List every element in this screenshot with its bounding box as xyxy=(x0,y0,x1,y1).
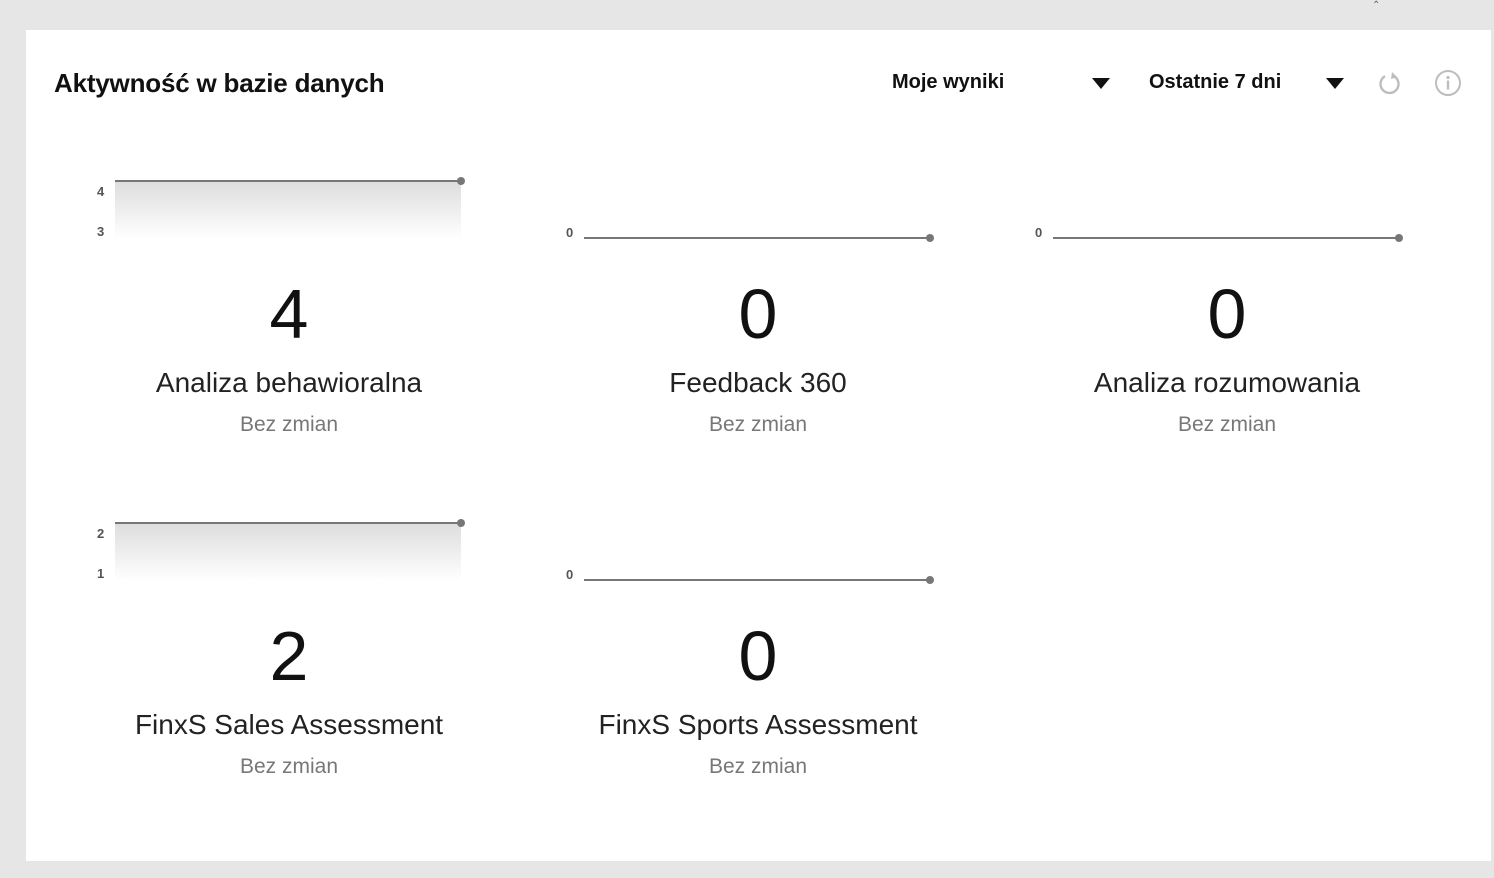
sparkline-tick-label: 0 xyxy=(566,567,573,582)
metric-change: Bez zmian xyxy=(239,413,339,436)
sparkline-tick-label: 3 xyxy=(97,224,104,239)
sparkline-tick-label: 4 xyxy=(97,184,105,199)
sparkline-chart: 0 xyxy=(566,567,934,584)
metric-name: Feedback 360 xyxy=(669,367,847,398)
results-dropdown[interactable]: Moje wyniki xyxy=(892,69,1110,99)
info-icon xyxy=(1435,70,1461,96)
sparkline-tick-label: 2 xyxy=(97,526,104,541)
sparkline-point xyxy=(926,234,934,242)
metric-change: Bez zmian xyxy=(239,755,339,778)
metric-change: Bez zmian xyxy=(1177,413,1277,436)
sparkline-chart: 43 xyxy=(97,177,465,239)
metric-value: 0 xyxy=(738,275,778,353)
widget-title: Aktywność w bazie danych xyxy=(54,68,385,98)
info-button[interactable] xyxy=(1433,68,1463,98)
sparkline-chart: 0 xyxy=(566,225,934,242)
sparkline-chart: 21 xyxy=(97,519,465,581)
results-dropdown-label: Moje wyniki xyxy=(892,71,1005,93)
metric-tile[interactable]: 2 1 2 FinxS Sales Assessment Bez zmian xyxy=(79,514,499,834)
sparkline-area xyxy=(115,523,461,581)
metric-value: 4 xyxy=(269,275,309,353)
metric-value: 0 xyxy=(1207,275,1247,353)
database-activity-widget: Aktywność w bazie danych Moje wyniki Ost… xyxy=(26,30,1491,861)
metric-change: Bez zmian xyxy=(708,755,808,778)
sparkline-tick-label: 0 xyxy=(566,225,573,240)
metric-value: 0 xyxy=(738,617,778,695)
metric-tile[interactable]: 0 0 Analiza rozumowania Bez zmian xyxy=(1017,172,1437,492)
sparkline-area xyxy=(115,181,461,239)
metric-name: Analiza behawioralna xyxy=(155,367,423,398)
date-range-dropdown-label: Ostatnie 7 dni xyxy=(1149,71,1282,93)
sparkline-tick-label: 0 xyxy=(1035,225,1042,240)
metric-value: 2 xyxy=(269,617,309,695)
metric-tile[interactable]: 0 0 Feedback 360 Bez zmian xyxy=(548,172,968,492)
caret-down-icon xyxy=(1326,78,1344,89)
metric-tile[interactable]: 0 0 FinxS Sports Assessment Bez zmian xyxy=(548,514,968,834)
sparkline-point xyxy=(926,576,934,584)
sparkline-point xyxy=(1395,234,1403,242)
metric-tile[interactable]: 4 3 4 Analiza behawioralna Bez zmian xyxy=(79,172,499,492)
metric-change: Bez zmian xyxy=(708,413,808,436)
metric-name: FinxS Sales Assessment xyxy=(134,709,444,740)
sparkline-point xyxy=(457,177,465,185)
refresh-icon xyxy=(1379,72,1400,95)
sparkline-point xyxy=(457,519,465,527)
refresh-button[interactable] xyxy=(1375,68,1405,98)
date-range-dropdown[interactable]: Ostatnie 7 dni xyxy=(1149,69,1344,99)
resize-handle-icon: ⌃ xyxy=(1372,0,1381,11)
caret-down-icon xyxy=(1092,78,1110,89)
metric-name: Analiza rozumowania xyxy=(1093,367,1361,398)
sparkline-chart: 0 xyxy=(1035,225,1403,242)
sparkline-tick-label: 1 xyxy=(97,566,104,581)
metric-name: FinxS Sports Assessment xyxy=(598,709,918,740)
